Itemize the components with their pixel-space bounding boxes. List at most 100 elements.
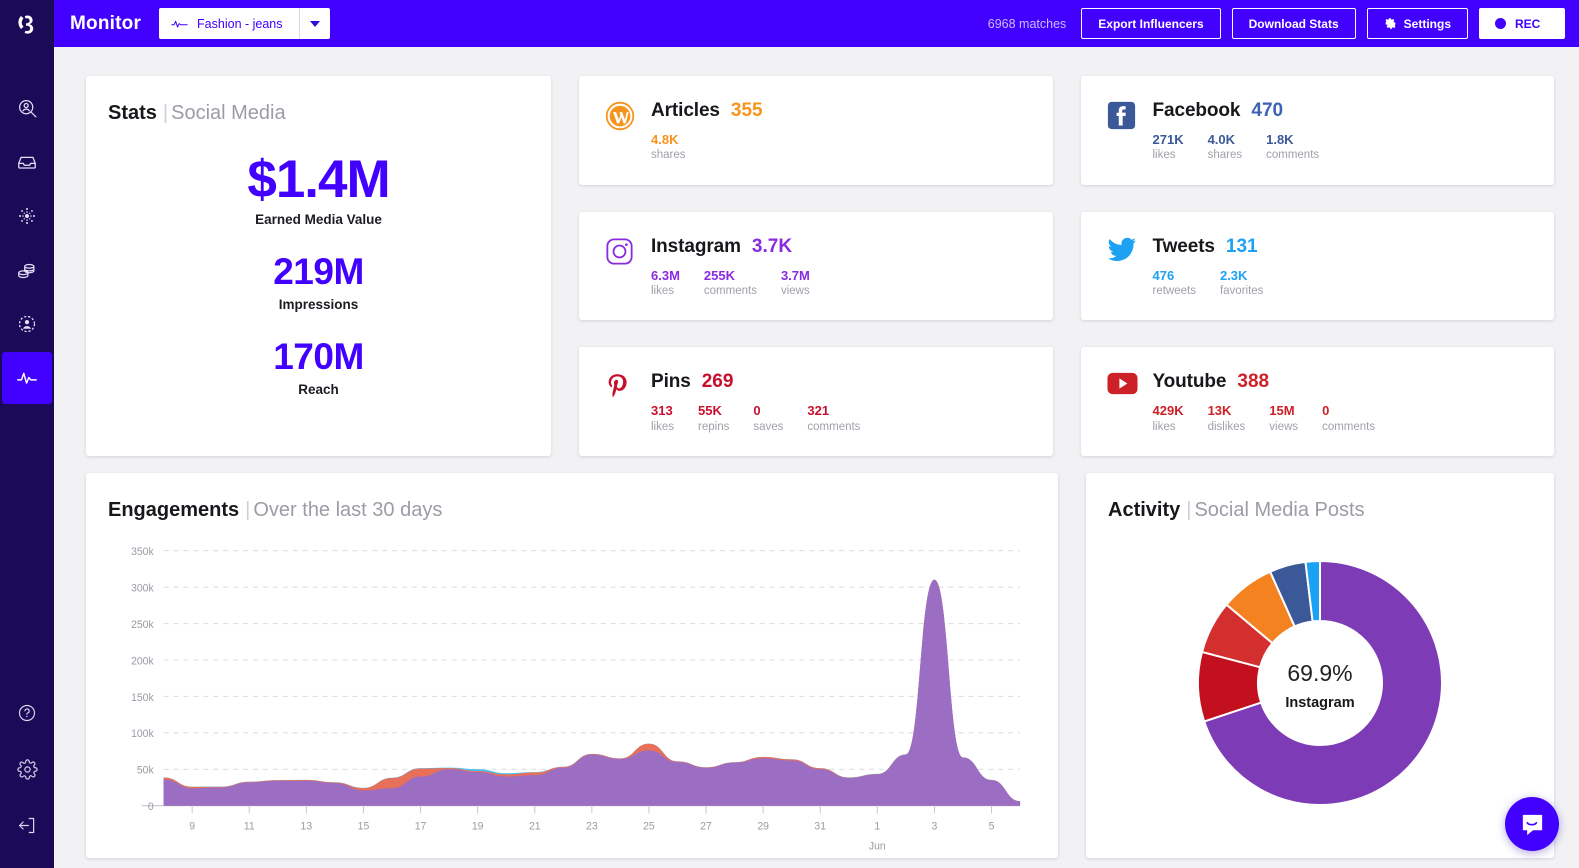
svg-text:300k: 300k	[131, 582, 154, 595]
social-card-count: 131	[1225, 235, 1258, 257]
svg-text:23: 23	[586, 820, 598, 833]
social-card-articles: Articles 355 4.8K shares	[579, 76, 1053, 185]
social-card-count: 3.7K	[751, 235, 793, 257]
social-card-metrics: 476 retweets 2.3K favorites	[1153, 268, 1555, 299]
bottom-row: Engagements | Over the last 30 days 0 50k 10…	[86, 473, 1554, 858]
top-row: Stats | Social Media $1.4M Earned Media Va…	[86, 76, 1555, 457]
engagements-chart[interactable]: 050k100k150k200k250k300k350k9 11 13 15 17 19 2…	[106, 542, 1030, 858]
sidebar-item-monitor[interactable]	[2, 352, 52, 404]
activity-panel: Activity | Social Media Posts 69.9% Instagr…	[1086, 473, 1554, 858]
social-card-metrics: 313 likes 55K repins 0 saves 321 comment…	[651, 403, 1053, 434]
social-card-header: Pins 269	[651, 371, 1053, 393]
svg-text:19: 19	[472, 820, 484, 833]
dashboard-content: Stats | Social Media $1.4M Earned Media Va…	[54, 47, 1579, 868]
metric-value: 255K	[703, 267, 735, 283]
project-selector-label: Fashion - jeans	[197, 16, 283, 31]
stats-panel-header: Stats | Social Media	[86, 102, 551, 125]
metric-item: 321 comments	[807, 403, 860, 434]
svg-text:15: 15	[358, 820, 370, 833]
rec-button[interactable]: REC	[1479, 8, 1565, 39]
main-area: Monitor Fashion - jeans 6968 matches Exp…	[54, 0, 1579, 868]
project-selector-main[interactable]: Fashion - jeans	[159, 8, 300, 39]
metric-label: likes	[1152, 420, 1176, 433]
svg-text:200k: 200k	[131, 655, 154, 668]
wordpress-icon	[605, 100, 651, 185]
stat-value-impressions: 219M	[273, 251, 364, 293]
metric-item: 0 saves	[753, 403, 783, 434]
metric-label: retweets	[1152, 284, 1196, 297]
sidebar-item-audience[interactable]	[2, 298, 52, 350]
social-card-name: Tweets	[1152, 235, 1216, 257]
metric-value: 0	[753, 403, 761, 419]
donut-center-percent: 69.9%	[1287, 660, 1352, 686]
metric-item: 6.3M likes	[651, 268, 680, 299]
download-stats-button[interactable]: Download Stats	[1231, 8, 1356, 39]
intercom-chat-button[interactable]	[1505, 797, 1559, 851]
pulse-monitor-icon	[17, 372, 37, 384]
gear-icon	[16, 758, 38, 780]
social-card-tweets: Tweets 131 476 retweets 2.3K favorites	[1080, 211, 1555, 321]
sidebar-item-network[interactable]	[2, 190, 52, 242]
social-card-header: Youtube 388	[1153, 371, 1555, 393]
project-selector[interactable]: Fashion - jeans	[159, 8, 330, 39]
social-card-body: Pins 269 313 likes 55K repins 0 saves 32…	[651, 371, 1053, 456]
audience-group-icon	[18, 315, 36, 333]
metric-label: saves	[753, 420, 784, 433]
sidebar-item-settings[interactable]	[2, 742, 52, 796]
intercom-chat-icon	[1522, 814, 1542, 835]
social-card-count: 269	[701, 371, 734, 393]
social-card-header: Articles 355	[651, 100, 1053, 122]
sidebar-item-inbox[interactable]	[2, 136, 52, 188]
stat-label-emv: Earned Media Value	[255, 212, 382, 228]
sidebar-item-influencers[interactable]	[2, 82, 52, 134]
sidebar-item-budget[interactable]	[2, 244, 52, 296]
engagements-title-separator: |	[245, 499, 251, 521]
social-card-body: Facebook 470 271K likes 4.0K shares 1.8K…	[1153, 100, 1555, 185]
pinterest-icon	[605, 371, 651, 456]
social-card-name: Youtube	[1152, 371, 1227, 393]
metric-label: shares	[1207, 149, 1243, 162]
metric-item: 429K likes	[1153, 403, 1184, 434]
metric-label: likes	[651, 420, 675, 433]
metric-value: 476	[1152, 267, 1175, 283]
brand-logo[interactable]	[0, 0, 54, 50]
social-card-body: Tweets 131 476 retweets 2.3K favorites	[1153, 236, 1555, 321]
activity-donut-chart[interactable]: 69.9% Instagram	[1170, 533, 1470, 833]
donut-center-label: Instagram	[1285, 695, 1354, 711]
metric-label: dislikes	[1207, 420, 1246, 433]
export-influencers-button[interactable]: Export Influencers	[1081, 8, 1221, 39]
metric-item: 2.3K favorites	[1220, 268, 1263, 299]
metric-value: 0	[1322, 403, 1330, 419]
sidebar-item-help[interactable]	[2, 686, 52, 740]
metric-value: 3.7M	[780, 267, 810, 283]
brand-logo-icon	[18, 15, 34, 34]
stats-panel-subtitle: Social Media	[171, 102, 286, 124]
metric-label: comments	[807, 420, 861, 433]
sidebar-item-logout[interactable]	[2, 798, 52, 852]
social-card-facebook: Facebook 470 271K likes 4.0K shares 1.8K…	[1080, 76, 1555, 185]
metric-value: 4.0K	[1207, 132, 1236, 147]
svg-text:11: 11	[244, 820, 255, 833]
social-card-metrics: 271K likes 4.0K shares 1.8K comments	[1153, 132, 1555, 163]
engagements-chart-container: 0 50k 100k 150k 200k 250k 300k 350k 9 11 13 15 17 19 2…	[86, 522, 1058, 858]
settings-button[interactable]: Settings	[1366, 8, 1468, 39]
rec-button-label: REC	[1515, 16, 1541, 31]
youtube-icon	[1106, 371, 1153, 456]
metric-value: 2.3K	[1219, 267, 1248, 283]
twitter-icon	[1107, 236, 1153, 321]
svg-text:150k: 150k	[131, 691, 154, 704]
metric-value: 6.3M	[651, 267, 680, 283]
metric-value: 321	[807, 403, 830, 419]
social-card-count: 388	[1237, 371, 1270, 393]
metric-value: 313	[651, 403, 673, 419]
metric-label: favorites	[1219, 284, 1264, 297]
svg-text:5: 5	[989, 820, 995, 833]
metric-label: repins	[698, 420, 730, 433]
project-selector-caret[interactable]	[300, 8, 330, 39]
engagements-panel-title: Engagements	[108, 499, 240, 521]
metric-item: 0 comments	[1322, 403, 1375, 434]
activity-panel-subtitle: Social Media Posts	[1194, 499, 1365, 521]
stat-value-emv: $1.4M	[247, 150, 390, 209]
metric-item: 3.7M views	[781, 268, 810, 299]
social-card-name: Instagram	[651, 235, 741, 257]
